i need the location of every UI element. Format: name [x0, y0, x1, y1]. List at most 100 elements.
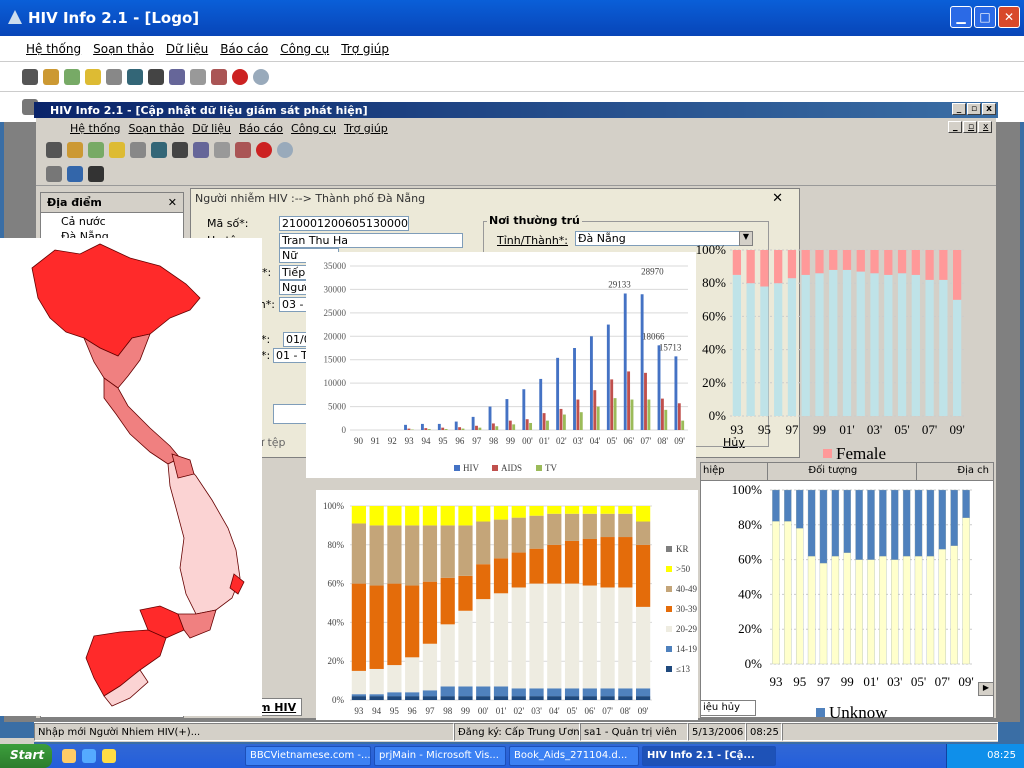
menu-du-lieu[interactable]: Dữ liệu	[160, 42, 214, 56]
task-hiv-info[interactable]: HIV Info 2.1 - [Cậ...	[642, 746, 776, 766]
inner-filter-icon[interactable]	[214, 142, 230, 158]
gender-chart: 0% 20% 40% 60% 80% 100% 93 95 97 99 01' 03' 05' 07' 09…	[696, 242, 965, 463]
inner-menu-cong-cu[interactable]: Công cụ	[287, 122, 340, 135]
inner-folder-icon[interactable]	[109, 142, 125, 158]
blank-field[interactable]	[273, 404, 309, 424]
maximize-button[interactable]: □	[974, 6, 996, 28]
menu-he-thong[interactable]: Hệ thống	[20, 42, 87, 56]
inner-maximize-button[interactable]: ▫	[967, 103, 981, 115]
bar-segment	[387, 583, 402, 666]
mdi-minimize-button[interactable]: _	[948, 121, 962, 133]
x-tick-label: 93	[405, 436, 415, 446]
bar-segment	[829, 250, 838, 270]
x-tick-label: 98	[489, 436, 499, 446]
bar-segment	[405, 525, 420, 586]
inner-globe-icon[interactable]	[151, 142, 167, 158]
task-bbc[interactable]: BBCVietnamese.com -...	[245, 746, 371, 766]
menu-tro-giup[interactable]: Trợ giúp	[335, 42, 395, 56]
inner-menu-soan-thao[interactable]: Soạn thảo	[125, 122, 189, 135]
minimize-button[interactable]: ▁	[950, 6, 972, 28]
inner-list-icon[interactable]	[67, 165, 83, 182]
inner-close-button[interactable]: x	[982, 103, 996, 115]
menu-cong-cu[interactable]: Công cụ	[274, 42, 335, 56]
bar-tv	[630, 399, 634, 430]
bar-segment	[636, 688, 651, 697]
bar-tv	[546, 420, 549, 430]
inner-help-icon[interactable]	[277, 142, 293, 158]
exit-icon[interactable]	[22, 68, 38, 85]
legend-label: Female	[836, 444, 886, 463]
inner-menu-tro-giup[interactable]: Trợ giúp	[340, 122, 392, 135]
task-book-aids[interactable]: Book_Aids_271104.d...	[509, 746, 639, 766]
mdi-close-button[interactable]: x	[978, 121, 992, 133]
inner-stop-icon[interactable]	[256, 142, 272, 158]
task-prjmain[interactable]: prjMain - Microsoft Vis...	[374, 746, 506, 766]
quicklaunch-messenger-icon[interactable]	[102, 749, 116, 763]
bar-segment	[476, 696, 491, 700]
x-tick-label: 06'	[624, 436, 635, 446]
inner-title-bar: HIV Info 2.1 - [Cập nhật dữ liệu giám sá…	[34, 102, 998, 118]
printer-icon[interactable]	[106, 68, 122, 85]
form-close-icon[interactable]: ✕	[772, 191, 783, 206]
legend-label: AIDS	[501, 463, 522, 473]
scroll-right-icon[interactable]: ▶	[978, 682, 994, 696]
close-button[interactable]: ✕	[998, 6, 1020, 28]
quicklaunch-ie-icon[interactable]	[82, 749, 96, 763]
inner-settings-icon[interactable]	[235, 142, 251, 158]
start-button[interactable]: Start	[0, 744, 52, 768]
inner-tools-icon[interactable]	[172, 142, 188, 158]
f5-field[interactable]: 03 - L	[279, 297, 309, 312]
inner-menu-bao-cao[interactable]: Báo cáo	[235, 122, 287, 135]
x-tick-label: 08'	[620, 706, 631, 716]
bar-segment	[938, 489, 947, 550]
folder-icon[interactable]	[85, 68, 101, 85]
settings-icon[interactable]	[211, 68, 227, 85]
ho-ten-field[interactable]: Tran Thu Ha	[279, 233, 463, 248]
y-tick-label: 60%	[702, 308, 726, 323]
y-tick-label: 10000	[324, 378, 347, 388]
bar-segment	[815, 273, 824, 416]
mdi-maximize-button[interactable]: ▫	[963, 121, 977, 133]
ma-so-field[interactable]: 21000120060513000001	[279, 216, 409, 231]
bar-segment	[351, 523, 366, 584]
stop-icon[interactable]	[232, 68, 248, 85]
bar-segment	[856, 250, 865, 272]
x-tick-label: 97	[817, 674, 831, 689]
inner-toolbar	[36, 138, 996, 162]
inner-menu-du-lieu[interactable]: Dữ liệu	[188, 122, 235, 135]
bar-hiv	[573, 348, 576, 430]
users-icon[interactable]	[43, 68, 59, 85]
inner-exit-icon[interactable]	[46, 142, 62, 158]
bar-hiv	[623, 293, 627, 430]
inner-tree-icon[interactable]	[46, 165, 62, 182]
globe-icon[interactable]	[127, 68, 143, 85]
filter-icon[interactable]	[190, 68, 206, 85]
f4-field[interactable]: Người	[279, 280, 309, 295]
binoculars-icon[interactable]	[88, 165, 104, 182]
residence-group-title: Nơi thường trú	[487, 214, 582, 227]
f3-field[interactable]: Tiếp \	[279, 265, 309, 280]
inner-database-icon[interactable]	[193, 142, 209, 158]
f7-label: *:	[261, 349, 271, 362]
inner-key-icon[interactable]	[88, 142, 104, 158]
inner-users-icon[interactable]	[67, 142, 83, 158]
key-icon[interactable]	[64, 68, 80, 85]
y-tick-label: 0%	[332, 695, 345, 705]
f7-field[interactable]: 01 - Tru	[273, 348, 309, 363]
x-tick-label: 07'	[640, 436, 651, 446]
data-label: 28970	[641, 266, 664, 276]
quicklaunch-desktop-icon[interactable]	[62, 749, 76, 763]
menu-bao-cao[interactable]: Báo cáo	[214, 42, 274, 56]
x-tick-label: 08'	[657, 436, 668, 446]
tools-icon[interactable]	[148, 68, 164, 85]
help-icon[interactable]	[253, 68, 269, 85]
menu-soan-thao[interactable]: Soạn thảo	[87, 42, 160, 56]
location-panel-close-icon[interactable]: ✕	[168, 196, 183, 209]
bar-aids	[441, 427, 445, 430]
tree-item-ca-nuoc[interactable]: Cả nước	[41, 213, 183, 228]
bar-segment	[807, 555, 816, 665]
inner-printer-icon[interactable]	[130, 142, 146, 158]
database-icon[interactable]	[169, 68, 185, 85]
inner-menu-he-thong[interactable]: Hệ thống	[66, 122, 125, 135]
inner-minimize-button[interactable]: _	[952, 103, 966, 115]
